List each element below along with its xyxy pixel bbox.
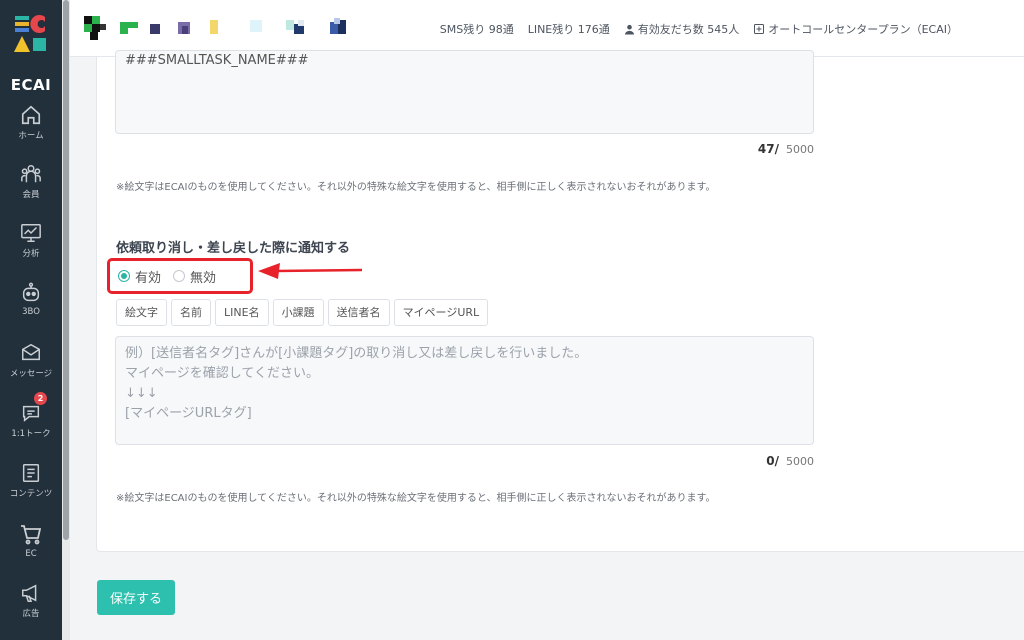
section-title: 依頼取り消し・差し戻した際に通知する (116, 241, 351, 256)
sidebar-item-label: EC (25, 549, 37, 559)
placeholder-line: 例）[送信者名タグ]さんが[小課題タグ]の取り消し又は差し戻しを行いました。 (125, 346, 588, 361)
sidebar-item-home[interactable]: ホーム (0, 104, 62, 160)
top-header: SMS残り 98通 LINE残り 176通 有効友だち数 545人 オートコール… (70, 0, 1024, 57)
plan-icon (754, 24, 765, 34)
tag-sender-name-button[interactable]: 送信者名 (327, 299, 390, 326)
char-max: 5000 (786, 143, 814, 156)
radio-enabled-label: 有効 (135, 270, 162, 286)
tag-line-name-button[interactable]: LINE名 (215, 299, 269, 326)
header-account-info: SMS残り 98通 LINE残り 176通 有効友だち数 545人 オートコール… (440, 21, 958, 37)
plan-link[interactable]: オートコールセンタープラン（ECAI） (753, 21, 958, 37)
placeholder-line: [マイページURLタグ] (125, 406, 252, 421)
sidebar-item-label: 広告 (22, 609, 40, 619)
sidebar-item-label: メッセージ (9, 369, 53, 379)
tag-name-button[interactable]: 名前 (171, 299, 211, 326)
cancel-notify-textarea[interactable]: 例）[送信者名タグ]さんが[小課題タグ]の取り消し又は差し戻しを行いました。 マ… (115, 336, 814, 445)
char-counter: 0/ 5000 (766, 454, 814, 468)
sms-remaining: SMS残り 98通 (439, 23, 514, 36)
sidebar-item-content[interactable]: コンテンツ (0, 462, 62, 518)
plan-label: オートコールセンタープラン（ECAI） (768, 23, 958, 36)
active-friends: 有効友だち数 545人 (624, 21, 740, 37)
sidebar-item-label: 1:1トーク (11, 429, 51, 439)
placeholder-line: マイページを確認してください。 (125, 366, 319, 381)
sidebar-item-chat[interactable]: 2 1:1トーク (0, 392, 62, 458)
insert-tag-buttons: 絵文字 名前 LINE名 小課題 送信者名 マイページURL (116, 299, 489, 326)
radio-disabled-indicator[interactable] (173, 270, 186, 282)
radio-disabled-label: 無効 (190, 270, 217, 286)
brand-logo-pixelated (84, 16, 346, 40)
chat-icon (22, 405, 40, 422)
user-icon (624, 24, 634, 35)
ecai-logo[interactable]: ECAI (0, 14, 62, 94)
placeholder-line: ↓↓↓ (125, 386, 158, 401)
sidebar-item-message[interactable]: メッセージ (0, 342, 62, 398)
sidebar: ECAI ホーム 会員 分析 3BO メッセージ 2 1:1トーク コンテンツ … (0, 0, 62, 640)
sidebar-item-members[interactable]: 会員 (0, 163, 62, 219)
robot-icon (22, 282, 40, 302)
emoji-note: ※絵文字はECAIのものを使用してください。それ以外の特殊な絵文字を使用すると、… (116, 182, 716, 193)
notification-message-textarea[interactable]: ###SMALLTASK_NAME### (115, 50, 814, 134)
home-icon (21, 105, 41, 125)
sidebar-item-analytics[interactable]: 分析 (0, 222, 62, 278)
tag-emoji-button[interactable]: 絵文字 (116, 299, 167, 326)
sidebar-item-label: コンテンツ (9, 489, 53, 499)
char-counter: 47/ 5000 (758, 142, 814, 156)
sidebar-item-label: 分析 (22, 249, 40, 259)
notify-radio-group: 有効 無効 (107, 258, 253, 294)
sidebar-scrollbar[interactable] (62, 0, 70, 640)
sidebar-item-label: 会員 (22, 190, 40, 200)
tag-subtask-button[interactable]: 小課題 (272, 299, 324, 326)
sidebar-item-label: 3BO (22, 307, 40, 317)
char-count-separator: / (774, 454, 779, 468)
save-button[interactable]: 保存する (97, 580, 175, 615)
emoji-note: ※絵文字はECAIのものを使用してください。それ以外の特殊な絵文字を使用すると、… (116, 493, 716, 504)
char-count: 47 (757, 142, 775, 156)
unread-badge: 2 (34, 392, 47, 405)
cart-icon (21, 525, 42, 545)
message-icon (22, 343, 40, 361)
content-icon (22, 464, 40, 482)
sidebar-item-ec[interactable]: EC (0, 522, 62, 578)
radio-disabled[interactable]: 無効 (173, 267, 216, 286)
analytics-icon (21, 224, 41, 242)
line-remaining: LINE残り 176通 (527, 23, 610, 36)
megaphone-icon (22, 584, 37, 602)
tag-mypage-url-button[interactable]: マイページURL (393, 299, 489, 326)
sidebar-item-label: ホーム (18, 131, 44, 141)
logo-text: ECAI (10, 76, 52, 94)
sidebar-item-ads[interactable]: 広告 (0, 582, 62, 638)
radio-enabled[interactable]: 有効 (118, 267, 161, 286)
textarea-value: ###SMALLTASK_NAME### (125, 53, 309, 68)
active-friends-label: 有効友だち数 545人 (637, 23, 740, 36)
annotation-arrow-icon (258, 263, 363, 279)
char-count-separator: / (774, 142, 779, 156)
char-max: 5000 (786, 455, 814, 468)
sidebar-item-3bo[interactable]: 3BO (0, 282, 62, 338)
char-count: 0 (766, 454, 775, 468)
radio-enabled-indicator[interactable] (118, 270, 130, 282)
members-icon (21, 165, 41, 183)
sidebar-scrollbar-thumb[interactable] (63, 0, 69, 540)
